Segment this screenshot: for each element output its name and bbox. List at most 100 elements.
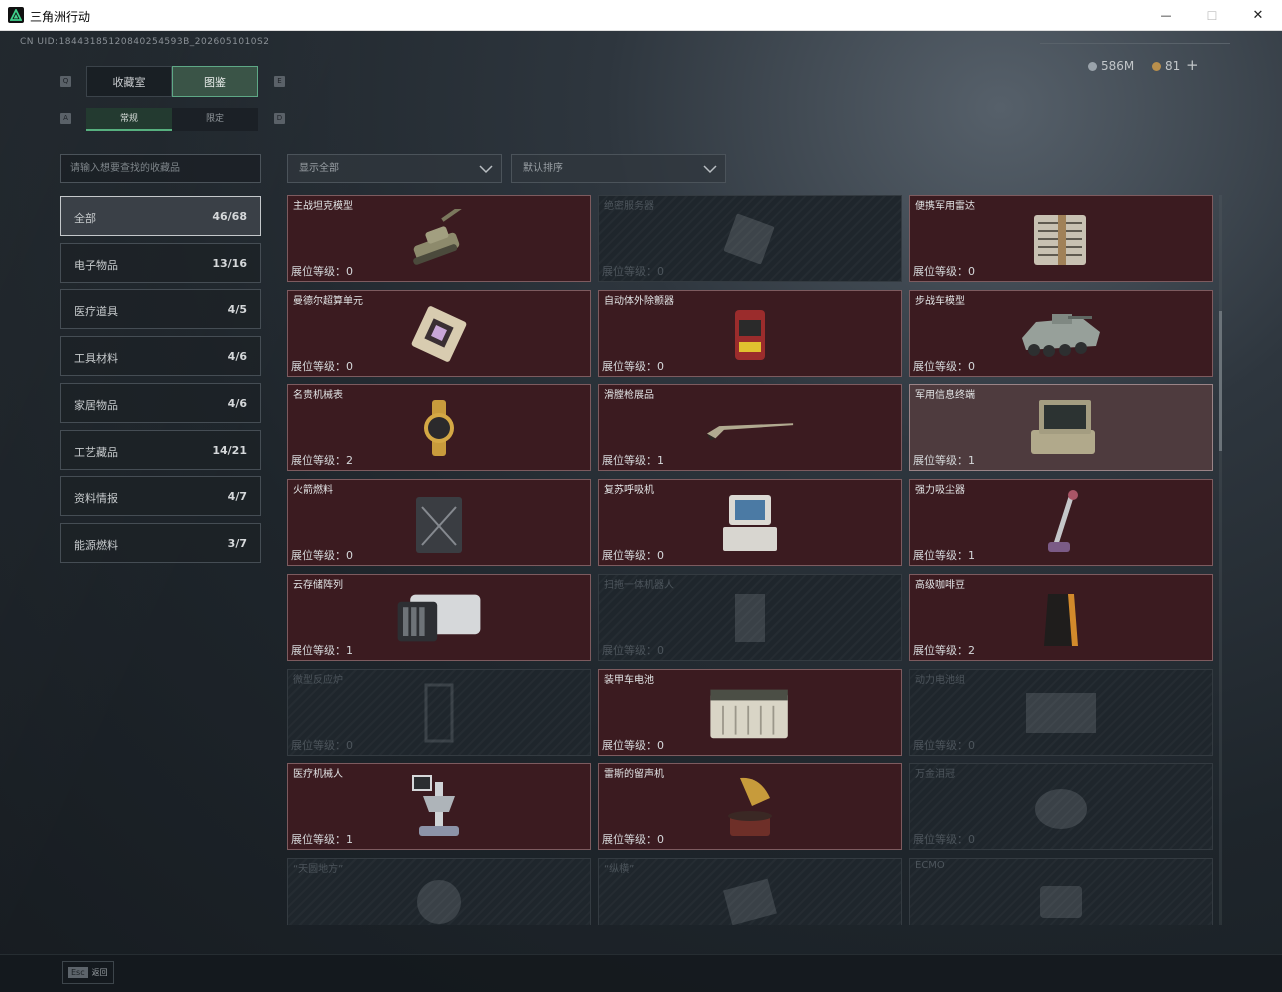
collection-card[interactable]: 自动体外除颤器 展位等级：0 xyxy=(598,289,902,377)
currency-b: 81 xyxy=(1152,59,1180,73)
storage-array-icon xyxy=(394,583,484,653)
collection-grid: 主战坦克模型 展位等级：0 绝密服务器 展位等级：0 便携军用雷达 展位等级：0 曼德尔超算… xyxy=(287,195,1214,925)
exhibit-level: 展位等级：0 xyxy=(291,265,353,278)
radar-icon xyxy=(1016,204,1106,274)
collection-card[interactable]: 雷斯的留声机 展位等级：0 xyxy=(598,763,902,851)
filter-dropdown[interactable]: 显示全部 xyxy=(287,154,502,183)
silver-coin-icon xyxy=(1088,61,1097,71)
collection-card[interactable]: 复苏呼吸机 展位等级：0 xyxy=(598,479,902,567)
crown-icon xyxy=(1016,772,1106,842)
exhibit-level: 展位等级：0 xyxy=(291,549,353,563)
collection-card[interactable]: 火箭燃料展位等级：0 xyxy=(287,479,591,567)
minimize-icon: — xyxy=(1160,9,1172,22)
defibrillator-icon xyxy=(705,299,795,369)
category-item[interactable]: 电子物品 13/16 xyxy=(60,242,261,283)
category-label: 工艺藏品 xyxy=(74,445,118,459)
collection-card[interactable]: 万金泪冠 展位等级：0 xyxy=(909,763,1213,851)
user-uid: CN UID:18443185120840254593B_2026051010S… xyxy=(20,37,270,47)
reactor-icon xyxy=(394,678,484,748)
collection-card[interactable]: 装甲车电池 展位等级：0 xyxy=(598,668,902,756)
esc-key: Esc xyxy=(68,967,88,978)
item-name: 医疗机械人 xyxy=(293,769,343,781)
item-name: 装甲车电池 xyxy=(604,674,654,686)
category-label: 工具材料 xyxy=(74,352,118,366)
collection-card[interactable]: “天圆地方” xyxy=(287,857,591,925)
category-count: 4/7 xyxy=(227,490,247,504)
subtab-limited[interactable]: 限定 xyxy=(172,108,258,131)
category-count: 46/68 xyxy=(212,210,247,223)
collection-card[interactable]: “纵横” xyxy=(598,857,902,925)
fuel-can-icon xyxy=(394,488,484,558)
collection-card[interactable]: 云存储阵列展位等级：1 xyxy=(287,573,591,661)
tab-codex[interactable]: 图鉴 xyxy=(172,66,258,97)
category-count: 13/16 xyxy=(212,256,247,270)
server-icon xyxy=(705,204,795,274)
category-label: 家居物品 xyxy=(74,398,118,412)
collection-card[interactable]: 滑膛枪展品 展位等级：1 xyxy=(598,384,902,472)
collection-card[interactable]: 医疗机械人 展位等级：1 xyxy=(287,763,591,851)
item-name: 复苏呼吸机 xyxy=(604,485,654,497)
item-name: “纵横” xyxy=(604,863,635,875)
chevron-down-icon xyxy=(479,165,493,174)
minimize-button[interactable]: — xyxy=(1143,0,1189,31)
exhibit-level: 展位等级：0 xyxy=(602,359,664,373)
collection-card[interactable]: 军用信息终端 展位等级：1 xyxy=(909,384,1213,472)
exhibit-level: 展位等级：1 xyxy=(291,643,353,657)
sort-dropdown[interactable]: 默认排序 xyxy=(511,154,726,183)
globe-icon xyxy=(394,867,484,925)
category-count: 4/6 xyxy=(227,350,247,364)
collection-card[interactable]: 主战坦克模型 展位等级：0 xyxy=(287,195,591,282)
collection-card[interactable]: ECMO xyxy=(909,857,1213,925)
battery-icon xyxy=(705,678,795,748)
robot-icon xyxy=(705,583,795,653)
collection-card[interactable]: 扫拖一体机器人 展位等级：0 xyxy=(598,573,902,661)
exhibit-level: 展位等级：0 xyxy=(602,265,664,278)
item-name: 云存储阵列 xyxy=(293,579,343,591)
exhibit-level: 展位等级：0 xyxy=(291,359,353,373)
item-name: 步战车模型 xyxy=(915,295,965,307)
maximize-button[interactable]: ☐ xyxy=(1189,0,1235,31)
exhibit-level: 展位等级：2 xyxy=(291,454,353,468)
add-currency-button[interactable]: + xyxy=(1186,56,1199,74)
collection-card[interactable]: 动力电池组 展位等级：0 xyxy=(909,668,1213,756)
scrollbar-thumb[interactable] xyxy=(1219,311,1222,451)
board-icon xyxy=(705,867,795,925)
collection-card[interactable]: 步战车模型 展位等级：0 xyxy=(909,289,1213,377)
collection-card[interactable]: 曼德尔超算单元 展位等级：0 xyxy=(287,289,591,377)
collection-card[interactable]: 强力吸尘器 展位等级：1 xyxy=(909,479,1213,567)
search-input[interactable]: 请输入想要查找的收藏品 xyxy=(60,154,261,183)
category-label: 电子物品 xyxy=(74,258,118,272)
category-item[interactable]: 能源燃料 3/7 xyxy=(60,522,261,563)
collection-card[interactable]: 绝密服务器 展位等级：0 xyxy=(598,195,902,282)
item-name: 火箭燃料 xyxy=(293,485,333,497)
collection-card[interactable]: 高级咖啡豆 展位等级：2 xyxy=(909,573,1213,661)
currency-a-value: 586M xyxy=(1101,59,1135,73)
currency-b-value: 81 xyxy=(1165,59,1181,73)
watch-icon xyxy=(394,393,484,463)
musket-icon xyxy=(705,393,795,463)
category-item[interactable]: 医疗道具 4/5 xyxy=(60,289,261,330)
tab-collection-room[interactable]: 收藏室 xyxy=(86,66,172,97)
category-item[interactable]: 工艺藏品 14/21 xyxy=(60,429,261,470)
collection-card[interactable]: 微型反应炉 展位等级：0 xyxy=(287,668,591,756)
vacuum-icon xyxy=(1016,488,1106,558)
tab-next-key: E xyxy=(274,76,285,87)
category-count: 4/6 xyxy=(227,396,247,410)
collection-card[interactable]: 名贵机械表 展位等级：2 xyxy=(287,384,591,472)
item-name: 万金泪冠 xyxy=(915,769,955,781)
category-count: 4/5 xyxy=(227,303,247,317)
close-button[interactable]: ✕ xyxy=(1235,0,1281,31)
category-item[interactable]: 资料情报 4/7 xyxy=(60,476,261,517)
back-button[interactable]: Esc 返回 xyxy=(62,961,114,984)
item-name: “天圆地方” xyxy=(293,863,344,875)
item-name: 自动体外除颤器 xyxy=(604,295,674,307)
subtab-regular[interactable]: 常规 xyxy=(86,108,172,131)
chevron-down-icon xyxy=(703,165,717,174)
collection-card[interactable]: 便携军用雷达 展位等级：0 xyxy=(909,195,1213,282)
terminal-icon xyxy=(1016,393,1106,463)
category-item[interactable]: 家居物品 4/6 xyxy=(60,382,261,423)
category-item[interactable]: 工具材料 4/6 xyxy=(60,336,261,377)
category-item[interactable]: 全部 46/68 xyxy=(60,196,261,236)
scrollbar-track[interactable] xyxy=(1219,195,1222,925)
back-label: 返回 xyxy=(91,968,108,977)
